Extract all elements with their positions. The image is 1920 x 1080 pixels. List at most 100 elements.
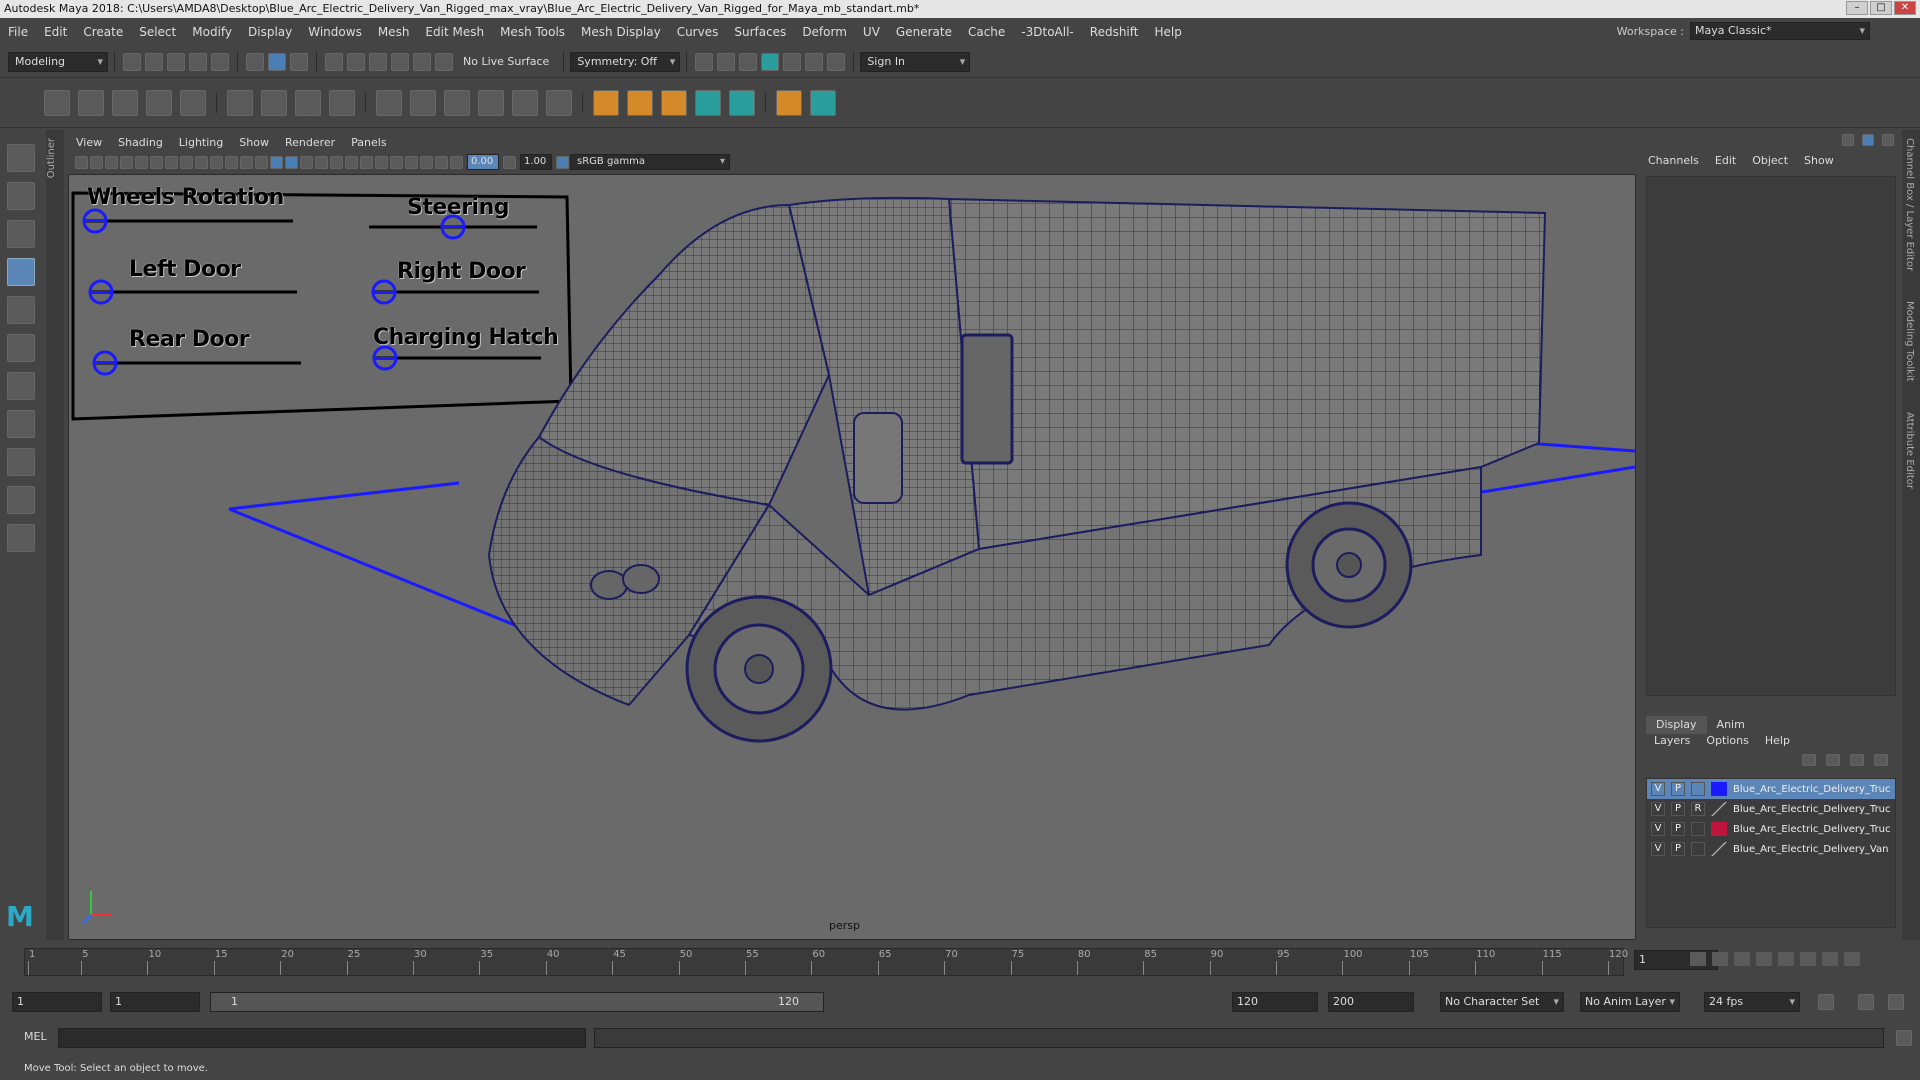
step-forward-frame-icon[interactable] (1822, 952, 1838, 966)
lasso-tool-icon[interactable] (7, 182, 35, 210)
pivot-icon[interactable] (661, 89, 687, 116)
cube-icon[interactable] (295, 89, 321, 116)
grid-toggle-icon[interactable] (165, 155, 178, 169)
menu-edit[interactable]: Edit (36, 25, 75, 39)
menu-deform[interactable]: Deform (794, 25, 855, 39)
attribute-toggle-icon[interactable] (1862, 134, 1874, 146)
time-slider[interactable]: 1 5 10 15 20 25 30 35 40 45 50 55 60 65 70 75 80 85 90 95 10… (0, 944, 1920, 980)
sculpt-icon[interactable] (112, 89, 138, 116)
layer-color-swatch[interactable] (1711, 842, 1727, 856)
slider-rear-door[interactable] (92, 350, 301, 376)
extrude-icon[interactable] (376, 89, 402, 116)
menu-generate[interactable]: Generate (888, 25, 960, 39)
render-settings-icon[interactable] (783, 52, 802, 71)
end-time-field[interactable]: 200 (1328, 992, 1414, 1012)
menu-create[interactable]: Create (75, 25, 131, 39)
depth-of-field-icon[interactable] (390, 155, 403, 169)
symmetry-dropdown[interactable]: Symmetry: Off (570, 51, 681, 72)
fps-dropdown[interactable]: 24 fps (1704, 992, 1800, 1012)
channel-box-menu-edit[interactable]: Edit (1707, 154, 1744, 170)
menu-set-dropdown[interactable]: Modeling (8, 51, 108, 72)
viewport-menu-view[interactable]: View (68, 136, 110, 149)
layer-visibility-toggle[interactable]: V (1651, 802, 1665, 816)
new-scene-icon[interactable] (123, 52, 141, 71)
smooth-shade-icon[interactable] (270, 155, 283, 169)
tab-anim[interactable]: Anim (1707, 716, 1755, 734)
command-input[interactable] (58, 1028, 586, 1048)
menu-mesh-tools[interactable]: Mesh Tools (492, 25, 573, 39)
render-current-icon[interactable] (695, 52, 714, 71)
layer-name[interactable]: Blue_Arc_Electric_Delivery_Van (1733, 844, 1888, 855)
workspace-dropdown[interactable]: Maya Classic* (1690, 22, 1870, 40)
anti-aliasing-icon[interactable] (375, 155, 388, 169)
animation-preferences-icon[interactable] (1888, 994, 1904, 1010)
menu-modify[interactable]: Modify (184, 25, 240, 39)
layer-playback-toggle[interactable]: P (1671, 802, 1685, 816)
layer-display-type-toggle[interactable] (1691, 842, 1705, 856)
undo-icon[interactable] (189, 52, 207, 71)
layer-playback-toggle[interactable]: P (1671, 842, 1685, 856)
layer-menu-layers[interactable]: Layers (1646, 734, 1698, 747)
shadows-icon[interactable] (330, 155, 343, 169)
snap-live-icon[interactable] (413, 52, 431, 71)
menu-file[interactable]: File (0, 25, 36, 39)
isolate-select-icon[interactable] (405, 155, 418, 169)
step-back-key-icon[interactable] (1734, 952, 1750, 966)
camera-select-icon[interactable] (75, 155, 88, 169)
render-view-icon[interactable] (761, 52, 780, 71)
wireframe-icon[interactable] (255, 155, 268, 169)
menu-select[interactable]: Select (131, 25, 184, 39)
channel-box-body[interactable] (1646, 176, 1896, 696)
move-pivot-icon[interactable] (44, 89, 70, 116)
quick-layout-icon[interactable] (7, 410, 35, 438)
menu-windows[interactable]: Windows (300, 25, 370, 39)
brush-icon[interactable] (810, 89, 836, 116)
quad-draw-icon[interactable] (546, 89, 572, 116)
menu-edit-mesh[interactable]: Edit Mesh (417, 25, 492, 39)
move-tool-icon[interactable] (7, 258, 35, 286)
sphere-icon[interactable] (329, 89, 355, 116)
film-gate-icon[interactable] (180, 155, 193, 169)
go-to-end-icon[interactable] (1844, 952, 1860, 966)
playback-start-field[interactable]: 1 (110, 992, 200, 1012)
tab-display[interactable]: Display (1646, 716, 1707, 734)
layer-row[interactable]: V P Blue_Arc_Electric_Delivery_Truc (1647, 779, 1895, 799)
bevel-icon[interactable] (410, 89, 436, 116)
layer-display-type-toggle[interactable]: R (1691, 802, 1705, 816)
layer-name[interactable]: Blue_Arc_Electric_Delivery_Truc (1733, 784, 1891, 795)
move-layer-up-icon[interactable] (1802, 754, 1816, 766)
viewport-persp[interactable]: Wheels Rotation Steering Left Door Right… (68, 174, 1636, 940)
channel-box-menu-channels[interactable]: Channels (1640, 154, 1707, 170)
redo-icon[interactable] (211, 52, 229, 71)
move-layer-down-icon[interactable] (1826, 754, 1840, 766)
save-scene-icon[interactable] (167, 52, 185, 71)
slider-left-door[interactable] (88, 279, 297, 305)
snap-grid-icon[interactable] (325, 52, 343, 71)
paint-select-icon[interactable] (7, 220, 35, 248)
layer-display-type-toggle[interactable] (1691, 782, 1705, 796)
channel-box-menu-show[interactable]: Show (1796, 154, 1842, 170)
range-bar[interactable]: 1 120 (210, 992, 824, 1012)
outliner-tab[interactable]: Outliner (46, 130, 64, 940)
ambient-occlusion-icon[interactable] (345, 155, 358, 169)
loop-icon[interactable] (1818, 994, 1834, 1010)
minimize-icon[interactable]: – (1846, 1, 1868, 15)
grid-icon[interactable] (227, 89, 253, 116)
viewport-menu-renderer[interactable]: Renderer (277, 136, 343, 149)
viewport-menu-show[interactable]: Show (231, 136, 277, 149)
new-layer-icon[interactable] (1850, 754, 1864, 766)
transform-icon[interactable] (627, 89, 653, 116)
select-hierarchy-icon[interactable] (246, 52, 264, 71)
gate-mask-icon[interactable] (210, 155, 223, 169)
gamma-icon[interactable] (503, 155, 516, 169)
layer-display-type-toggle[interactable] (1691, 822, 1705, 836)
menu-display[interactable]: Display (240, 25, 300, 39)
auto-key-icon[interactable] (1858, 994, 1874, 1010)
render-sequence-icon[interactable] (717, 52, 736, 71)
layer-name[interactable]: Blue_Arc_Electric_Delivery_Truc (1733, 824, 1891, 835)
tool-settings-icon[interactable] (1882, 134, 1894, 146)
locator-icon[interactable] (593, 89, 619, 116)
teal-tool-icon[interactable] (695, 89, 721, 116)
maximize-icon[interactable]: □ (1870, 1, 1892, 15)
make-live-icon[interactable] (435, 52, 453, 71)
